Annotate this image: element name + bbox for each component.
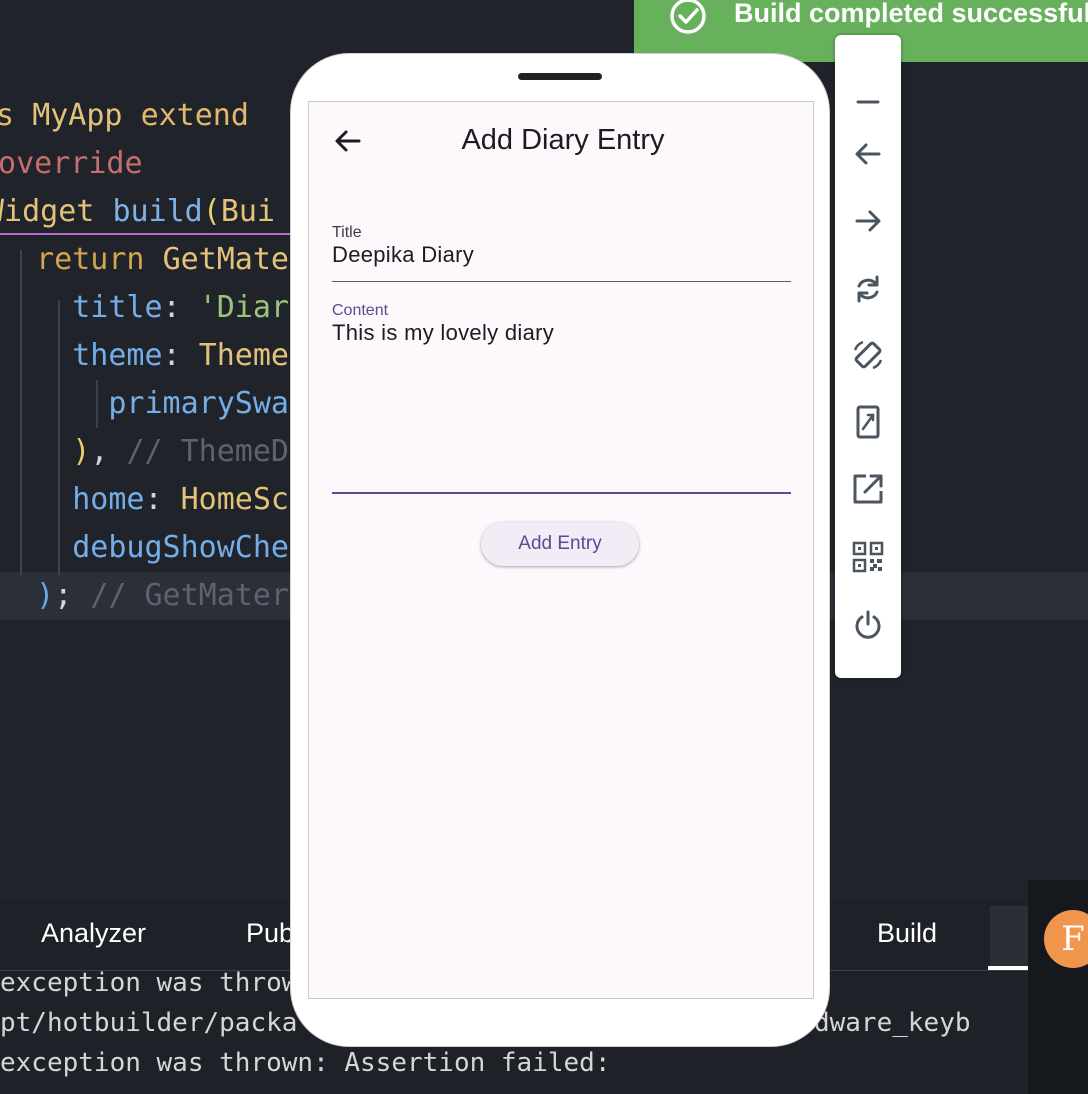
code-token: GetMate xyxy=(162,242,289,277)
code-token: 'Diar xyxy=(198,290,289,325)
qr-code-button[interactable] xyxy=(851,540,885,574)
power-icon xyxy=(855,610,881,639)
minimize-button[interactable] xyxy=(851,85,885,119)
code-token: debugShowChe xyxy=(0,530,289,565)
add-entry-button[interactable]: Add Entry xyxy=(481,522,639,566)
qr-code-icon xyxy=(852,541,884,573)
code-token: // ThemeD xyxy=(126,434,289,469)
title-field-value[interactable]: Deepika Diary xyxy=(332,242,474,268)
code-token: extend xyxy=(140,98,249,133)
code-token: Theme xyxy=(198,338,289,373)
code-token: return xyxy=(0,242,163,277)
code-token: HomeSc xyxy=(180,482,289,517)
code-token: title xyxy=(0,290,163,325)
code-token: @override xyxy=(0,146,143,181)
code-token: , xyxy=(90,434,127,469)
code-line: title: 'Diar xyxy=(0,284,289,332)
console-line: exception was thrown: Assertion failed: xyxy=(0,1048,611,1078)
code-token: MyApp xyxy=(32,98,141,133)
code-line: ); // GetMater xyxy=(0,572,289,620)
code-token: : xyxy=(162,290,199,325)
code-token: home xyxy=(0,482,145,517)
code-token: : xyxy=(144,482,181,517)
rotate-icon xyxy=(857,275,879,303)
open-external-icon xyxy=(853,474,883,504)
code-token: theme xyxy=(0,338,163,373)
code-token: ; xyxy=(54,578,91,613)
title-field-underline xyxy=(332,281,791,282)
content-field-underline xyxy=(332,492,791,494)
code-line: home: HomeSc xyxy=(0,476,289,524)
speaker-grill xyxy=(518,73,602,80)
check-circle-icon xyxy=(670,0,706,34)
power-button[interactable] xyxy=(851,608,885,642)
title-field-label: Title xyxy=(332,224,362,241)
forward-button[interactable] xyxy=(851,204,885,238)
code-line: ), // ThemeD xyxy=(0,428,289,476)
code-token: ) xyxy=(0,578,55,613)
page-title: Add Diary Entry xyxy=(461,124,665,156)
open-external-button[interactable] xyxy=(851,472,885,506)
code-token: ( xyxy=(202,194,221,229)
code-token: : xyxy=(162,338,199,373)
content-field-label: Content xyxy=(332,302,389,319)
minimize-icon xyxy=(856,100,880,104)
code-token: build xyxy=(112,194,203,229)
code-line: debugShowChe xyxy=(0,524,289,572)
content-field-value[interactable]: This is my lovely diary xyxy=(332,320,554,346)
rotate-device-icon xyxy=(853,340,883,370)
code-token: // GetMater xyxy=(90,578,289,613)
tab-overflow xyxy=(990,906,1028,970)
resize-button[interactable] xyxy=(851,405,885,439)
rotate-device-button[interactable] xyxy=(851,338,885,372)
code-line: theme: Theme xyxy=(0,332,289,380)
tab-analyzer[interactable]: Analyzer xyxy=(41,918,146,949)
code-line: primarySwa xyxy=(0,380,289,428)
code-line: return GetMate xyxy=(0,236,289,284)
tab-build[interactable]: Build xyxy=(877,918,937,949)
forward-icon xyxy=(855,210,881,232)
back-button[interactable] xyxy=(851,137,885,171)
resize-icon xyxy=(856,405,880,439)
device-frame: Add Diary Entry Title Deepika Diary Cont… xyxy=(291,54,829,1046)
tab-pub[interactable]: Pub xyxy=(246,918,294,949)
code-token: Widget xyxy=(0,194,95,229)
app-screen: Add Diary Entry Title Deepika Diary Cont… xyxy=(308,101,814,999)
code-token: ) xyxy=(0,434,91,469)
code-line: Widget build(Bui xyxy=(0,188,275,236)
code-line: ss MyApp extend xyxy=(0,92,249,140)
code-token: ss xyxy=(0,98,15,133)
active-tab-indicator xyxy=(988,966,1028,970)
toast-text: Build completed successfully xyxy=(734,0,1088,28)
device-toolbar xyxy=(835,35,901,678)
app-bar-title: Add Diary Entry xyxy=(309,124,813,157)
hot-reload-button[interactable] xyxy=(851,272,885,306)
back-icon xyxy=(855,143,881,165)
code-token: Bui xyxy=(220,194,275,229)
code-line: @override xyxy=(0,140,143,188)
code-token: primarySwa xyxy=(0,386,289,421)
